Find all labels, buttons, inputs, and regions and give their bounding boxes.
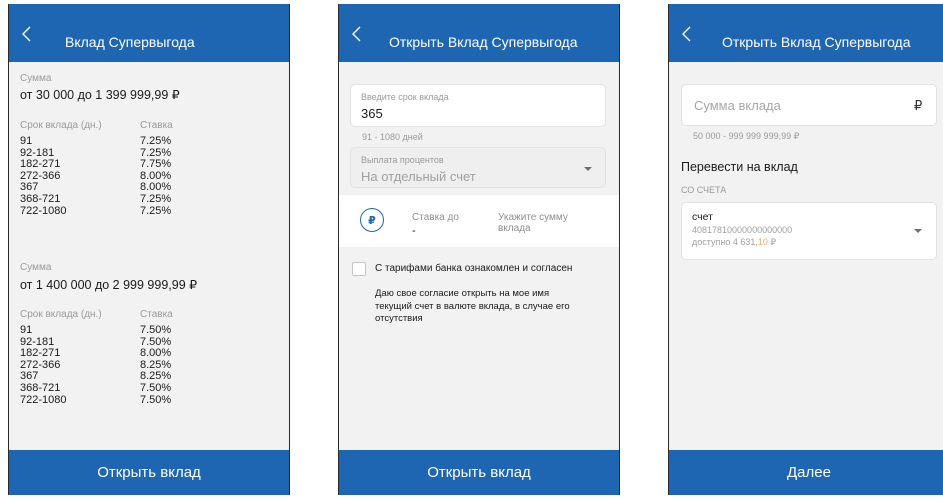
- from-account-label: СО СЧЕТА: [681, 185, 727, 195]
- rate-info-panel: ₽ Ставка до - Укажите сумму вклада: [338, 195, 620, 247]
- tier2-sum-value: от 1 400 000 до 2 999 999,99 ₽: [20, 278, 198, 292]
- dropdown-caret-icon: [584, 167, 592, 171]
- dropdown-caret-icon: [914, 229, 922, 233]
- payout-select[interactable]: Выплата процентов На отдельный счет: [350, 147, 606, 188]
- back-chevron-icon[interactable]: [678, 24, 694, 44]
- tier2-term-header: Срок вклада (дн.): [20, 309, 102, 320]
- table-cell: 368-721: [20, 381, 61, 394]
- term-field-hint: 91 - 1080 дней: [362, 132, 423, 142]
- table-cell: 7.50%: [140, 324, 172, 336]
- amount-hint: 50 000 - 999 999 999,99 ₽: [693, 131, 800, 141]
- payout-select-label: Выплата процентов: [361, 155, 444, 165]
- table-cell: 7.25%: [140, 135, 172, 147]
- open-deposit-button[interactable]: Открыть вклад: [8, 450, 290, 495]
- consent-line: Даю свое согласие открыть на мое имя: [375, 288, 550, 299]
- open-deposit-button[interactable]: Открыть вклад: [338, 450, 620, 495]
- term-field-label: Введите срок вклада: [361, 92, 449, 102]
- consent-line: отсутствия: [375, 313, 423, 324]
- tier1-sum-label: Сумма: [20, 73, 52, 84]
- app-header: Открыть Вклад Супервыгода: [668, 4, 943, 62]
- app-header: Открыть Вклад Супервыгода: [338, 4, 620, 62]
- account-number: 40817810000000000000: [692, 225, 793, 235]
- rate-prompt-line2: вклада: [498, 223, 531, 234]
- tariffs-agree-label: С тарифами банка ознакомлен и согласен: [375, 263, 573, 274]
- tier1-rate-list: 7.25% 7.25% 7.75% 8.00% 8.00% 7.25% 7.25…: [140, 135, 172, 217]
- rate-label: Ставка до: [412, 212, 459, 223]
- tier1-rate-header: Ставка: [140, 120, 173, 131]
- table-cell: 7.25%: [140, 204, 172, 217]
- screen-open-deposit-term: Открыть Вклад Супервыгода Введите срок в…: [338, 4, 620, 495]
- consent-text: Даю свое согласие открыть на мое имя тек…: [375, 288, 570, 326]
- page-title: Вклад Супервыгода: [65, 34, 195, 50]
- page-title: Открыть Вклад Супервыгода: [389, 34, 578, 50]
- ruble-icon: ₽: [360, 208, 384, 232]
- table-cell: 91: [20, 135, 33, 147]
- app-header: Вклад Супервыгода: [8, 4, 290, 62]
- back-chevron-icon[interactable]: [348, 24, 364, 44]
- balance-cents: 10: [757, 237, 768, 247]
- account-available-balance: доступно 4 631,10 ₽: [692, 237, 776, 248]
- term-field[interactable]: Введите срок вклада 365: [350, 84, 606, 127]
- tier2-rate-header: Ставка: [140, 309, 173, 320]
- account-name: счет: [692, 211, 713, 223]
- phone-frame: [338, 4, 620, 495]
- table-cell: 91: [20, 324, 33, 336]
- back-chevron-icon[interactable]: [18, 24, 34, 44]
- source-account-select[interactable]: счет 40817810000000000000 доступно 4 631…: [681, 202, 937, 260]
- payout-select-value: На отдельный счет: [361, 169, 476, 184]
- amount-input[interactable]: Сумма вклада ₽: [681, 84, 937, 126]
- rate-prompt-line1: Укажите сумму: [498, 212, 568, 223]
- amount-input-placeholder[interactable]: Сумма вклада: [694, 98, 781, 113]
- table-cell: 7.25%: [140, 192, 172, 205]
- term-field-value[interactable]: 365: [361, 106, 383, 121]
- screen-deposit-terms: Вклад Супервыгода Сумма от 30 000 до 1 3…: [8, 4, 290, 495]
- screenshot-canvas: Вклад Супервыгода Сумма от 30 000 до 1 3…: [0, 0, 943, 499]
- rate-value: -: [412, 225, 416, 237]
- consent-line: текущий счет в валюте вклада, в случае е…: [375, 300, 570, 312]
- page-title: Открыть Вклад Супервыгода: [722, 34, 911, 50]
- balance-main: доступно 4 631,: [692, 237, 758, 247]
- tariffs-agree-checkbox[interactable]: [352, 262, 366, 276]
- balance-currency: ₽: [767, 237, 777, 247]
- tier1-term-list: 91 92-181 182-271 272-366 367 368-721 72…: [20, 135, 67, 217]
- tier2-term-list: 91 92-181 182-271 272-366 367 368-721 72…: [20, 324, 67, 406]
- next-button[interactable]: Далее: [668, 450, 943, 495]
- screen-deposit-amount: Открыть Вклад Супервыгода Сумма вклада ₽…: [668, 4, 943, 495]
- tier1-term-header: Срок вклада (дн.): [20, 120, 102, 131]
- tier1-sum-value: от 30 000 до 1 399 999,99 ₽: [20, 88, 180, 102]
- table-cell: 722-1080: [20, 393, 67, 406]
- transfer-section-title: Перевести на вклад: [681, 160, 798, 174]
- table-cell: 722-1080: [20, 204, 67, 217]
- tier2-rate-list: 7.50% 7.50% 8.00% 8.25% 8.25% 7.50% 7.50…: [140, 324, 172, 406]
- tier2-sum-label: Сумма: [20, 262, 52, 273]
- table-cell: 7.50%: [140, 393, 172, 406]
- table-cell: 368-721: [20, 192, 61, 205]
- table-cell: 7.50%: [140, 381, 172, 394]
- ruble-icon: ₽: [914, 98, 923, 113]
